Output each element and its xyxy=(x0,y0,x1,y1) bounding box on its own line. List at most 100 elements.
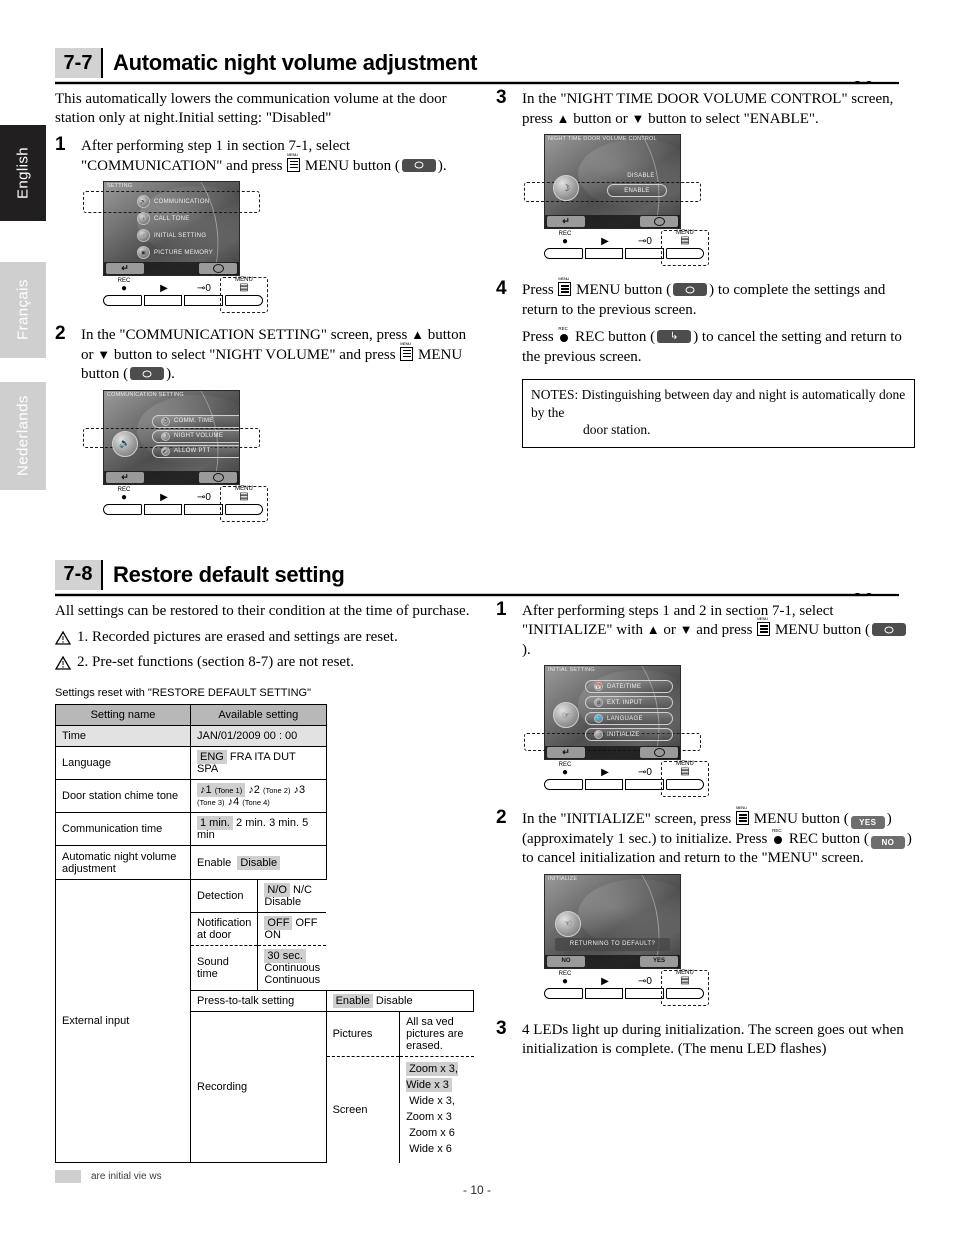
option: Continuous xyxy=(264,962,321,975)
unlock-key[interactable] xyxy=(184,503,223,515)
sidebar-item-francais[interactable]: Français xyxy=(0,262,46,358)
lcd-option-label: ENABLE xyxy=(624,187,650,194)
step-text-line-d: and press xyxy=(696,622,753,639)
screen-option-row: Zoom x 6 xyxy=(406,1126,467,1142)
step-text: After performing step 1 in section 7-1, … xyxy=(81,137,474,176)
lcd-menu-softkey[interactable] xyxy=(199,263,237,275)
step-1: 1 After performing step 1 in section 7-1… xyxy=(55,134,474,314)
sidebar-item-english[interactable]: English xyxy=(0,125,46,221)
lcd-menu-item-night-volume[interactable]: ☽ NIGHT VOLUME xyxy=(152,429,239,443)
no-chip-icon: NO xyxy=(870,835,905,849)
step-text-line-f: ). xyxy=(522,641,531,658)
menu-key[interactable] xyxy=(665,248,704,259)
option: Enable xyxy=(197,856,232,869)
right-column-7-8: 1 After performing steps 1 and 2 in sect… xyxy=(496,598,915,1183)
lcd-menu-item-comm-time[interactable]: ⏱ COMM. TIME xyxy=(152,414,239,428)
option: Wide x 6 xyxy=(409,1142,452,1155)
unlock-key[interactable] xyxy=(625,779,664,791)
rec-key[interactable] xyxy=(544,987,583,999)
notes-body-line2: door station. xyxy=(583,422,651,438)
play-key[interactable] xyxy=(584,779,623,791)
play-key[interactable] xyxy=(143,295,182,307)
rec-key[interactable] xyxy=(103,295,142,307)
lcd-return-softkey[interactable] xyxy=(547,747,585,759)
warning-text: 2. Pre-set functions (section 8-7) are n… xyxy=(77,654,354,671)
tone-paren: (Tone 4) xyxy=(242,798,270,808)
lcd-menu-softkey[interactable] xyxy=(640,747,678,759)
lcd-menu-list: 🔊 COMMUNICATION ♪ CALL TONE ☞ INITIAL SE… xyxy=(104,194,239,262)
section-header-7-7: 7-7 Automatic night volume adjustment xyxy=(55,44,915,85)
lcd-menu-item-call-tone[interactable]: ♪ CALL TONE xyxy=(134,211,239,226)
menu-chip-icon xyxy=(130,367,165,381)
screen-option-row: Zoom x 3, Wide x 3 xyxy=(406,1062,467,1094)
table-row: Door station chime tone ♪1 (Tone 1) ♪2 (… xyxy=(55,779,474,814)
rec-button-icon xyxy=(558,326,570,343)
lcd-no-softkey[interactable]: NO xyxy=(547,955,585,967)
recording-subtable: Pictures All sa ved pictures are erased.… xyxy=(326,1012,474,1163)
device-mock-night-volume: NIGHT TIME DOOR VOLUME CONTROL ☽ DISABLE… xyxy=(524,134,915,266)
play-key[interactable] xyxy=(584,987,623,999)
screen-option-row: Wide x 6 xyxy=(406,1142,467,1158)
unlock-key[interactable] xyxy=(625,987,664,999)
lcd-menu-item-ext-input[interactable]: ⚙ EXT. INPUT xyxy=(585,696,673,710)
lcd-option-enable[interactable]: ENABLE xyxy=(607,184,667,197)
warning-triangle-icon xyxy=(55,656,71,670)
option: 3 min. xyxy=(269,817,300,830)
step-2: 2 In the "COMMUNICATION SETTING" screen,… xyxy=(55,323,474,522)
play-key[interactable] xyxy=(143,503,182,515)
lcd-screen-initialize: INITIALIZE ☜ RETURNING TO DEFAULT? NO YE… xyxy=(544,873,681,969)
lcd-return-softkey[interactable] xyxy=(106,471,144,483)
lcd-menu-softkey[interactable] xyxy=(640,216,678,227)
cell-setting-name: Language xyxy=(55,746,191,781)
lcd-menu-item-label: DATE/TIME xyxy=(607,683,642,690)
step-number: 1 xyxy=(496,598,507,620)
lcd-option-label: DISABLE xyxy=(627,172,655,179)
step-text-line-e: REC button ( xyxy=(788,830,869,847)
rec-key[interactable] xyxy=(544,248,583,259)
lcd-menu-softkey[interactable] xyxy=(199,471,237,483)
rec-key[interactable] xyxy=(544,779,583,791)
key-unlock-icon: ⊸0 xyxy=(638,236,652,247)
lcd-menu-item-picture-memory[interactable]: ▣ PICTURE MEMORY xyxy=(134,245,239,260)
play-key[interactable] xyxy=(584,248,623,259)
step-4-line-1: Press MENU button () to complete the set… xyxy=(522,276,915,320)
lcd-menu-item-allow-ptt[interactable]: 🎤 ALLOW PTT xyxy=(152,444,239,458)
sidebar-item-nederlands[interactable]: Nederlands xyxy=(0,382,46,490)
globe-icon: 🌐 xyxy=(594,714,603,724)
device-mock-communication-setting: COMMUNICATION SETTING 🔊 ⏱ COMM. TIME ☽ N… xyxy=(83,389,474,522)
step-3: 3 4 LEDs light up during initialization.… xyxy=(496,1018,915,1060)
option: Continuous xyxy=(264,974,321,987)
unlock-key[interactable] xyxy=(625,248,664,259)
lcd-menu-item-communication[interactable]: 🔊 COMMUNICATION xyxy=(134,194,239,209)
right-column-7-7: 3 In the "NIGHT TIME DOOR VOLUME CONTROL… xyxy=(496,86,915,521)
hardware-keys xyxy=(103,295,263,307)
menu-key[interactable] xyxy=(665,987,704,999)
table-caption: Settings reset with "RESTORE DEFAULT SET… xyxy=(55,687,311,700)
menu-key[interactable] xyxy=(665,779,704,791)
lcd-menu-item-language[interactable]: 🌐 LANGUAGE xyxy=(585,712,673,726)
rec-key[interactable] xyxy=(103,503,142,515)
table-row: Sound time 30 sec. Continuous Continuous xyxy=(191,945,326,991)
step-text-line-c: ) xyxy=(886,811,892,828)
step-text: 4 LEDs light up during initialization. T… xyxy=(522,1021,904,1058)
lcd-menu-item-initial-setting[interactable]: ☞ INITIAL SETTING xyxy=(134,228,239,243)
tone-number: 2 xyxy=(253,784,260,797)
language-tab-rail: English Français Nederlands xyxy=(0,0,46,1235)
lcd-option-disable[interactable]: DISABLE xyxy=(593,169,680,182)
section-number: 7-8 xyxy=(55,559,103,590)
menu-button-icon xyxy=(558,276,572,296)
section-number: 7-7 xyxy=(55,48,103,78)
lcd-menu-list: ⏱ COMM. TIME ☽ NIGHT VOLUME 🎤 ALLOW PTT xyxy=(104,414,239,460)
lcd-return-softkey[interactable] xyxy=(547,216,585,227)
option-highlighted: OFF xyxy=(264,916,293,931)
lcd-softkey-bar: NO YES xyxy=(545,954,680,968)
lcd-menu-item-date-time[interactable]: 📅 DATE/TIME xyxy=(585,680,673,694)
lcd-title: INITIALIZE xyxy=(548,875,578,882)
unlock-key[interactable] xyxy=(184,295,223,307)
lcd-yes-softkey[interactable]: YES xyxy=(640,955,678,967)
menu-key[interactable] xyxy=(224,503,263,515)
lcd-menu-item-initialize[interactable]: ☜ INITIALIZE xyxy=(585,728,673,742)
menu-key[interactable] xyxy=(224,295,263,307)
lcd-return-softkey[interactable] xyxy=(106,263,144,275)
hardware-button-strip: REC ● ▶ ⊸0 MENU ▤ xyxy=(103,277,263,312)
